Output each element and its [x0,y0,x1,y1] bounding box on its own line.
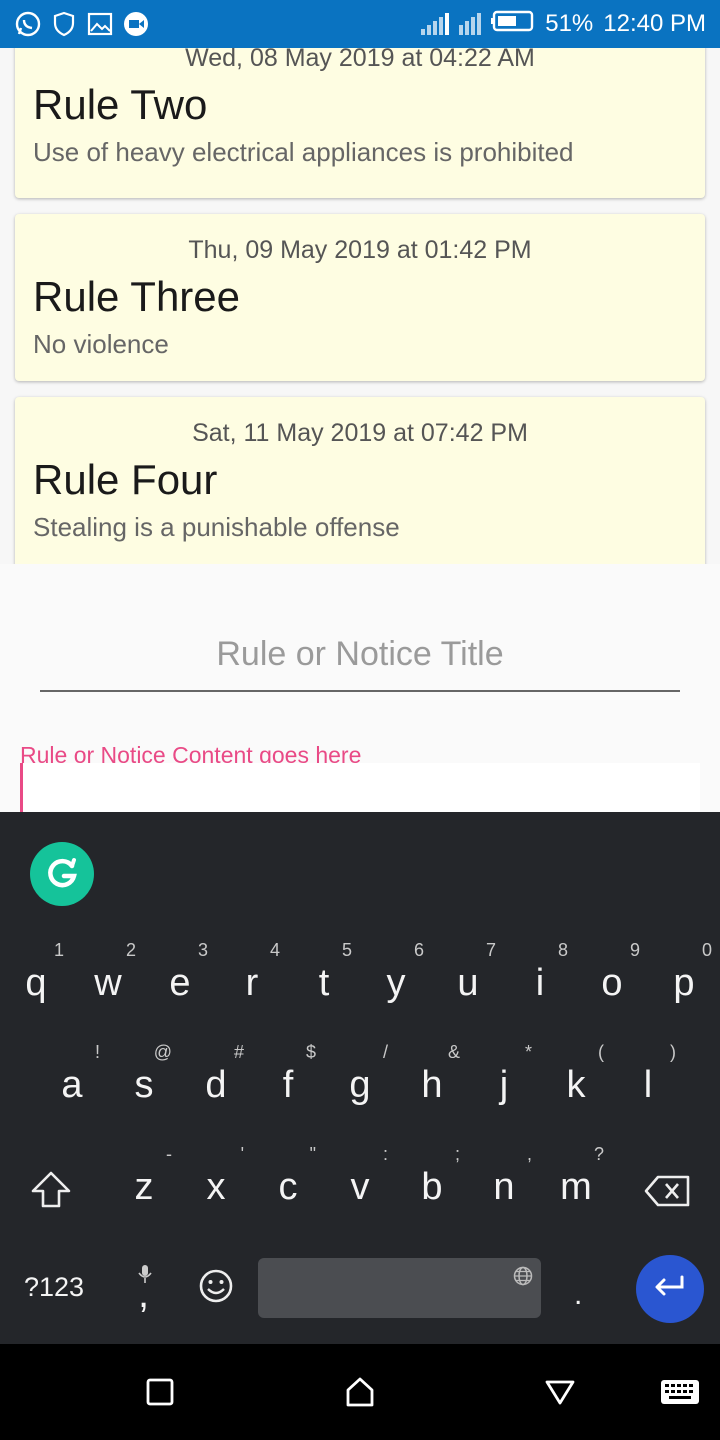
key-b[interactable]: ; b [396,1142,468,1242]
globe-icon [513,1266,533,1291]
key-row-3: -z ' x " c :v ; b ,n ? m [0,1142,720,1242]
backspace-key[interactable] [630,1142,702,1242]
grammarly-icon[interactable] [30,842,94,906]
key-h[interactable]: & h [396,1040,468,1140]
shift-key[interactable] [14,1142,86,1242]
rule-title: Rule Three [33,273,241,320]
key-e[interactable]: 3e [144,938,216,1038]
period-key[interactable]: . [574,1278,582,1312]
key-g[interactable]: / g [324,1040,396,1140]
keyboard: 1q 2w 3e 4r 5t 6y 7u 8i 9o 0p ! a @ s # d $… [0,812,720,1344]
rule-card[interactable]: Sat, 11 May 2019 at 07:42 PM Rule Four S… [15,397,705,564]
back-icon[interactable] [542,1374,578,1410]
rule-date: Wed, 08 May 2019 at 04:22 AM [185,48,535,72]
shield-icon [50,10,78,38]
clock: 12:40 PM [603,10,706,37]
key-w[interactable]: 2w [72,938,144,1038]
key-d[interactable]: # d [180,1040,252,1140]
key-q[interactable]: 1q [0,938,72,1038]
image-icon [86,10,114,38]
content-input[interactable] [20,763,700,812]
key-v[interactable]: :v [324,1142,396,1242]
key-f[interactable]: $ f [252,1040,324,1140]
key-y[interactable]: 6y [360,938,432,1038]
key-t[interactable]: 5t [288,938,360,1038]
battery-icon [491,10,535,39]
key-c[interactable]: " c [252,1142,324,1242]
home-icon[interactable] [342,1374,378,1410]
rule-body: Use of heavy electrical appliances is pr… [33,137,574,167]
backspace-icon [644,1174,692,1213]
key-a[interactable]: ! a [36,1040,108,1140]
space-bar[interactable] [258,1258,541,1318]
key-i[interactable]: 8i [504,938,576,1038]
rules-list[interactable]: Wed, 08 May 2019 at 04:22 AM Rule Two Us… [0,48,720,564]
video-call-icon [122,10,150,38]
key-r[interactable]: 4r [216,938,288,1038]
key-row-2: ! a @ s # d $ f / g & h * j (k ) l [0,1040,720,1140]
rule-date: Thu, 09 May 2019 at 01:42 PM [188,236,532,264]
key-o[interactable]: 9o [576,938,648,1038]
rule-body: Stealing is a punishable offense [33,512,400,542]
rule-card[interactable]: Wed, 08 May 2019 at 04:22 AM Rule Two Us… [15,48,705,198]
key-k[interactable]: (k [540,1040,612,1140]
symbols-key[interactable]: ?123 [24,1272,84,1303]
key-x[interactable]: ' x [180,1142,252,1242]
shift-icon [30,1170,72,1215]
rule-body: No violence [33,329,169,359]
status-bar: 51% 12:40 PM [0,0,720,48]
navigation-bar [0,1344,720,1440]
key-j[interactable]: * j [468,1040,540,1140]
key-z[interactable]: -z [108,1142,180,1242]
signal-icon [421,13,482,35]
key-u[interactable]: 7u [432,938,504,1038]
enter-key[interactable] [636,1255,704,1323]
emoji-icon[interactable] [198,1268,234,1309]
whatsapp-icon [14,10,42,38]
rule-title: Rule Four [33,456,218,503]
title-input[interactable]: Rule or Notice Title [40,624,680,692]
key-p[interactable]: 0p [648,938,720,1038]
enter-icon [652,1273,688,1306]
rule-card[interactable]: Thu, 09 May 2019 at 01:42 PM Rule Three … [15,214,705,381]
key-l[interactable]: ) l [612,1040,684,1140]
rule-title: Rule Two [33,81,208,128]
notice-form: Rule or Notice Title Rule or Notice Cont… [0,564,720,812]
key-n[interactable]: ,n [468,1142,540,1242]
key-row-1: 1q 2w 3e 4r 5t 6y 7u 8i 9o 0p [0,938,720,1038]
rule-date: Sat, 11 May 2019 at 07:42 PM [192,419,528,447]
comma-label: , [138,1272,150,1316]
key-s[interactable]: @ s [108,1040,180,1140]
key-m[interactable]: ? m [540,1142,612,1242]
keyboard-switch-icon[interactable] [660,1374,700,1410]
battery-percent: 51% [545,10,594,37]
recents-icon[interactable] [142,1374,178,1410]
